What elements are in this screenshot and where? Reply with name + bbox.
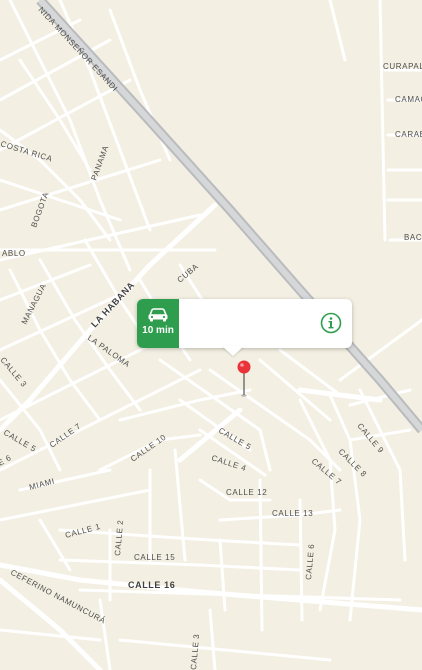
route-callout[interactable]: 10 min xyxy=(137,299,352,348)
callout-pointer xyxy=(222,346,244,356)
map-pin-icon[interactable] xyxy=(236,360,252,398)
street-label: CURAPAL xyxy=(383,62,422,71)
street-label: CALLE 15 xyxy=(134,553,175,562)
street-label: ABLO xyxy=(2,249,26,258)
street-label: CALLE 16 xyxy=(128,580,175,590)
street-label: CARAB xyxy=(395,130,422,139)
info-icon[interactable] xyxy=(320,312,342,334)
street-label: CALLE 12 xyxy=(226,488,267,497)
street-label: CAMAC xyxy=(395,95,422,104)
car-icon xyxy=(148,308,168,322)
eta-button[interactable]: 10 min xyxy=(137,299,179,348)
street-label: BAC xyxy=(404,233,422,242)
eta-label: 10 min xyxy=(142,325,174,336)
street-label: CALLE 13 xyxy=(272,509,313,518)
